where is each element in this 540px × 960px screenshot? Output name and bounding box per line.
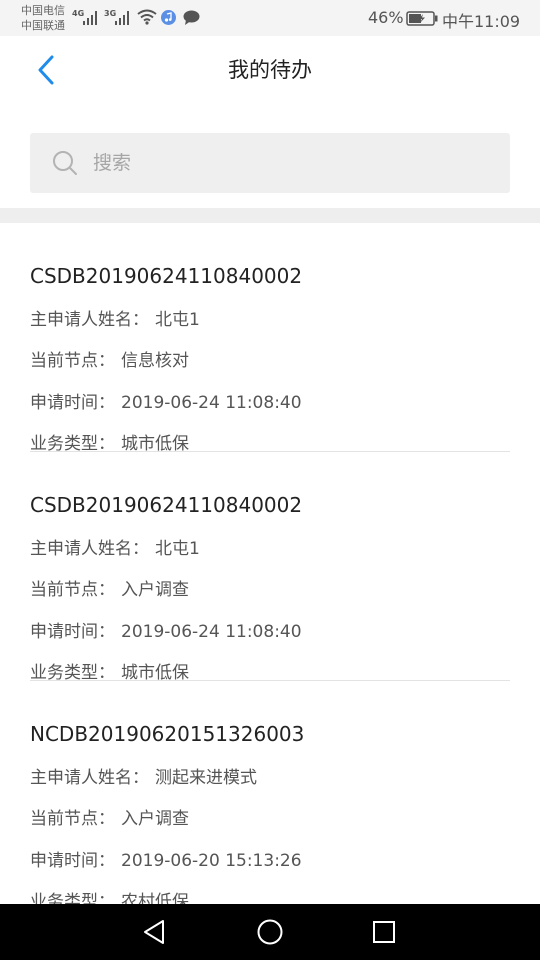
applicant-row: 主申请人姓名： 北屯1 (30, 538, 200, 560)
time-value: 2019-06-24 11:08:40 (121, 393, 302, 413)
app-header: 我的待办 (0, 36, 540, 104)
type-row: 业务类型： 农村低保 (30, 891, 189, 905)
node-value: 入户调查 (121, 580, 189, 600)
nav-home-icon (257, 919, 283, 945)
nav-back-button[interactable] (138, 916, 170, 948)
node-label: 当前节点： (30, 580, 115, 600)
nav-home-button[interactable] (254, 916, 286, 948)
list-item[interactable]: CSDB20190624110840002 主申请人姓名： 北屯1 当前节点： 入户… (30, 452, 510, 683)
list-item[interactable]: CSDB20190624110840002 主申请人姓名： 北屯1 当前节点： 信息… (30, 223, 510, 454)
todo-list[interactable]: CSDB20190624110840002 主申请人姓名： 北屯1 当前节点： 信息… (0, 223, 540, 905)
node-value: 信息核对 (121, 351, 189, 371)
type-label: 业务类型： (30, 663, 115, 683)
nav-recent-icon (373, 921, 395, 943)
clock: 中午11:09 (442, 12, 521, 31)
applicant-row: 主申请人姓名： 北屯1 (30, 309, 200, 331)
music-icon (161, 10, 176, 25)
item-code: NCDB20190620151326003 (30, 722, 305, 746)
carrier-bottom: 中国联通 (21, 19, 65, 32)
item-code: CSDB20190624110840002 (30, 493, 303, 517)
wifi-icon (137, 9, 157, 25)
type-value: 城市低保 (121, 663, 189, 683)
list-item[interactable]: NCDB20190620151326003 主申请人姓名： 测起来进模式 当前节点… (30, 681, 510, 905)
time-value: 2019-06-20 15:13:26 (121, 851, 302, 871)
node-row: 当前节点： 信息核对 (30, 350, 189, 372)
page-title: 我的待办 (228, 58, 312, 82)
node-label: 当前节点： (30, 351, 115, 371)
applicant-row: 主申请人姓名： 测起来进模式 (30, 767, 257, 789)
search-input[interactable] (93, 133, 493, 193)
node-value: 入户调查 (121, 809, 189, 829)
applicant-label: 主申请人姓名： (30, 768, 149, 788)
carrier-top: 中国电信 (21, 4, 65, 17)
section-divider (0, 208, 540, 223)
time-label: 申请时间： (30, 851, 115, 871)
battery-icon (406, 11, 438, 26)
item-code: CSDB20190624110840002 (30, 264, 303, 288)
signal-icon (115, 11, 131, 25)
time-label: 申请时间： (30, 393, 115, 413)
nav-back-icon (144, 920, 164, 944)
status-bar: 中国电信 中国联通 4G 3G 46% 中午11:09 (0, 0, 540, 36)
time-row: 申请时间： 2019-06-24 11:08:40 (30, 392, 302, 414)
time-label: 申请时间： (30, 622, 115, 642)
type-value: 城市低保 (121, 434, 189, 454)
time-row: 申请时间： 2019-06-20 15:13:26 (30, 850, 302, 872)
node-row: 当前节点： 入户调查 (30, 579, 189, 601)
system-nav-bar (0, 904, 540, 960)
applicant-value: 测起来进模式 (155, 768, 257, 788)
type-label: 业务类型： (30, 434, 115, 454)
nav-recent-button[interactable] (368, 916, 400, 948)
signal-icon (83, 11, 99, 25)
applicant-label: 主申请人姓名： (30, 539, 149, 559)
chat-icon (183, 10, 200, 25)
node-label: 当前节点： (30, 809, 115, 829)
screen: 中国电信 中国联通 4G 3G 46% 中午11:09 我的待办 搜索 CSDB… (0, 0, 540, 960)
time-value: 2019-06-24 11:08:40 (121, 622, 302, 642)
time-row: 申请时间： 2019-06-24 11:08:40 (30, 621, 302, 643)
battery-percent: 46% (368, 8, 404, 27)
applicant-label: 主申请人姓名： (30, 310, 149, 330)
carrier-info: 中国电信 中国联通 (21, 3, 65, 33)
search-bar[interactable] (30, 133, 510, 193)
applicant-value: 北屯1 (155, 310, 200, 330)
search-icon (53, 151, 77, 175)
applicant-value: 北屯1 (155, 539, 200, 559)
node-row: 当前节点： 入户调查 (30, 808, 189, 830)
